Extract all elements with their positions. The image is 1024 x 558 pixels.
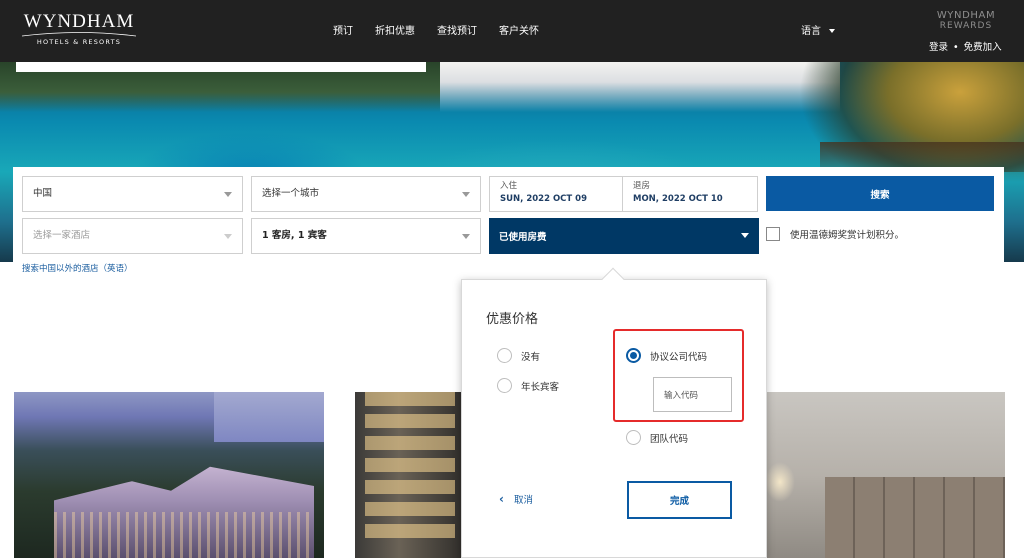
logo-sub-text: HOTELS & RESORTS xyxy=(36,38,122,46)
hotel-card-image[interactable] xyxy=(14,392,324,558)
use-points-option[interactable]: 使用温德姆奖赏计划积分。 xyxy=(766,227,904,241)
nav-item-customer-care[interactable]: 客户关怀 xyxy=(499,22,539,37)
special-rate-value: 已使用房费 xyxy=(499,232,547,243)
wyndham-logo[interactable]: WYNDHAM HOTELS & RESORTS xyxy=(20,12,138,46)
checkin-value: SUN, 2022 OCT 09 xyxy=(500,194,587,204)
chevron-down-icon xyxy=(829,29,836,33)
wyndham-rewards-logo[interactable]: WYNDHAM REWARDS xyxy=(932,10,1000,32)
hotel-card-image[interactable] xyxy=(765,392,1005,558)
special-rate-select[interactable]: 已使用房费 xyxy=(489,218,759,254)
checkin-date[interactable]: 入住 SUN, 2022 OCT 09 xyxy=(489,176,623,212)
chevron-down-icon xyxy=(741,233,749,238)
login-link[interactable]: 登录 xyxy=(929,42,948,53)
hotel-photo-sky xyxy=(214,392,324,442)
corporate-code-input[interactable]: 输入代码 xyxy=(653,377,732,412)
cancel-button[interactable]: ‹ 取消 xyxy=(499,492,533,506)
special-rate-popup: 优惠价格 没有 年长宾客 协议公司代码 输入代码 团队代码 ‹ 取消 完成 xyxy=(461,267,767,558)
checkin-label: 入住 xyxy=(500,181,518,191)
chevron-down-icon xyxy=(224,234,232,239)
rate-option-none[interactable]: 没有 xyxy=(497,348,540,363)
language-selector[interactable]: 语言 xyxy=(801,22,836,37)
rooms-guests-select[interactable]: 1 客房, 1 宾客 xyxy=(251,218,481,254)
use-points-checkbox[interactable] xyxy=(766,227,780,241)
nav-item-book[interactable]: 预订 xyxy=(333,22,353,37)
hotel-select[interactable]: 选择一家酒店 xyxy=(22,218,243,254)
chevron-left-icon: ‹ xyxy=(499,492,504,506)
country-select[interactable]: 中国 xyxy=(22,176,243,212)
rate-option-corporate[interactable]: 协议公司代码 xyxy=(626,348,707,363)
hotel-photo-windows xyxy=(365,392,455,542)
logo-main-text: WYNDHAM xyxy=(23,11,135,32)
site-header: WYNDHAM HOTELS & RESORTS 预订 折扣优惠 查找预订 客户… xyxy=(0,0,1024,62)
city-select[interactable]: 选择一个城市 xyxy=(251,176,481,212)
radio-corporate-selected[interactable] xyxy=(626,348,641,363)
rewards-logo-line1: WYNDHAM xyxy=(936,10,996,21)
popup-pointer xyxy=(601,267,625,291)
logo-arc-icon xyxy=(21,32,137,37)
rewards-logo-line2: REWARDS xyxy=(939,21,993,31)
language-label: 语言 xyxy=(801,26,821,37)
separator-dot: • xyxy=(953,42,959,53)
rooms-guests-value: 1 客房, 1 宾客 xyxy=(262,230,327,242)
use-points-label: 使用温德姆奖赏计划积分。 xyxy=(790,230,905,241)
hero-top-panel xyxy=(16,62,426,72)
checkout-label: 退房 xyxy=(633,181,651,191)
rate-option-corporate-label: 协议公司代码 xyxy=(650,351,708,363)
search-outside-china-link[interactable]: 搜索中国以外的酒店（英语） xyxy=(22,262,133,274)
hotel-photo-lights xyxy=(54,512,314,558)
radio-senior[interactable] xyxy=(497,378,512,393)
main-nav: 预订 折扣优惠 查找预订 客户关怀 xyxy=(333,22,561,37)
chevron-down-icon xyxy=(462,192,470,197)
auth-links: 登录 • 免费加入 xyxy=(929,39,1002,53)
cancel-label: 取消 xyxy=(513,495,533,506)
hotel-placeholder: 选择一家酒店 xyxy=(33,230,91,242)
hotel-photo-lamp xyxy=(765,462,795,502)
checkout-date[interactable]: 退房 MON, 2022 OCT 10 xyxy=(622,176,758,212)
chevron-down-icon xyxy=(224,192,232,197)
rate-option-senior-label: 年长宾客 xyxy=(521,381,560,393)
city-placeholder: 选择一个城市 xyxy=(262,188,320,200)
rate-option-group[interactable]: 团队代码 xyxy=(626,430,688,445)
rate-option-senior[interactable]: 年长宾客 xyxy=(497,378,559,393)
hotel-card-image[interactable] xyxy=(355,392,465,558)
chevron-down-icon xyxy=(462,234,470,239)
popup-title: 优惠价格 xyxy=(486,312,539,327)
done-button[interactable]: 完成 xyxy=(627,481,732,519)
checkout-value: MON, 2022 OCT 10 xyxy=(633,194,723,204)
hotel-photo-headboard xyxy=(825,477,1005,558)
radio-group[interactable] xyxy=(626,430,641,445)
country-value: 中国 xyxy=(33,188,53,200)
nav-item-deals[interactable]: 折扣优惠 xyxy=(375,22,415,37)
nav-item-find-reservation[interactable]: 查找预订 xyxy=(437,22,477,37)
join-link[interactable]: 免费加入 xyxy=(964,42,1002,53)
rate-option-none-label: 没有 xyxy=(521,351,541,363)
search-button[interactable]: 搜索 xyxy=(766,176,994,211)
rate-option-group-label: 团队代码 xyxy=(650,433,689,445)
radio-none[interactable] xyxy=(497,348,512,363)
